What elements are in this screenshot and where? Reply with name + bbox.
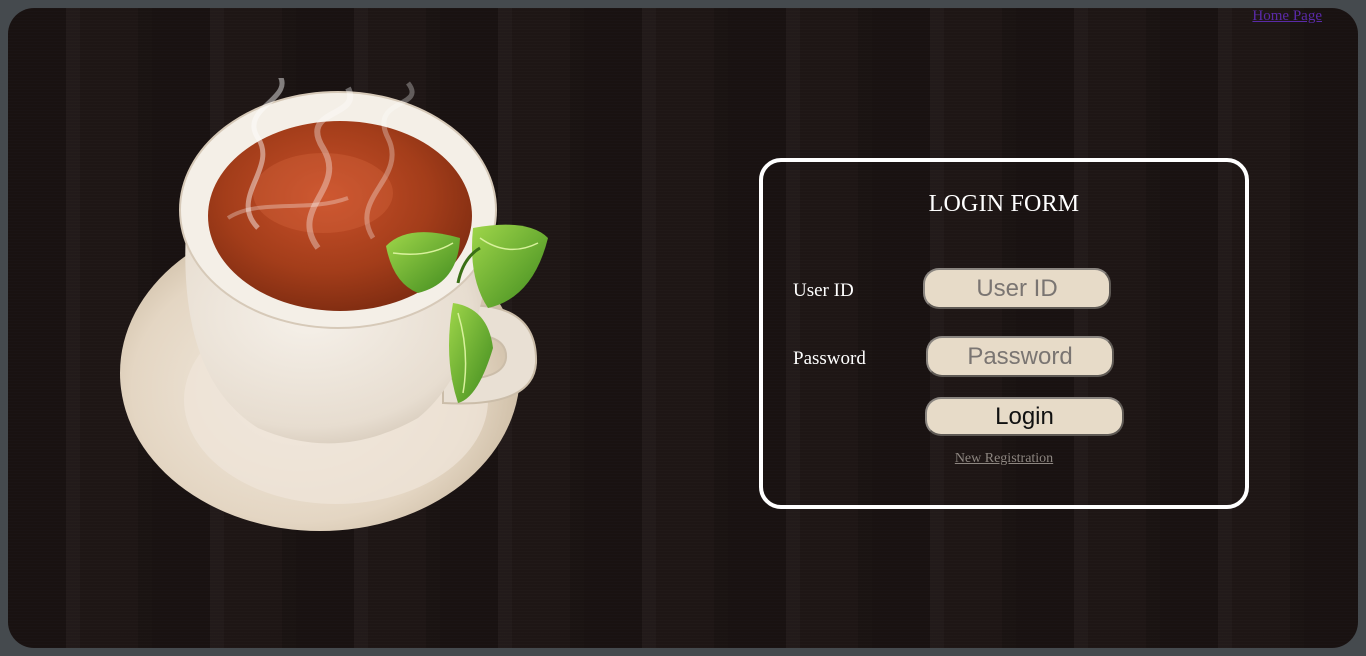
home-page-link[interactable]: Home Page bbox=[1252, 8, 1322, 25]
user-id-label: User ID bbox=[793, 280, 854, 301]
password-input[interactable] bbox=[926, 336, 1114, 377]
password-label: Password bbox=[793, 348, 866, 369]
login-form: LOGIN FORM User ID Password Login New Re… bbox=[759, 158, 1249, 509]
page-panel: Home Page LOGIN FORM User ID User ID Pas… bbox=[8, 8, 1358, 648]
user-id-input[interactable] bbox=[923, 268, 1111, 309]
login-button[interactable]: Login bbox=[925, 397, 1124, 436]
login-form-title: LOGIN FORM bbox=[928, 191, 1080, 217]
new-registration-link[interactable]: New Registration bbox=[763, 451, 1245, 467]
tea-cup-image bbox=[120, 78, 548, 531]
